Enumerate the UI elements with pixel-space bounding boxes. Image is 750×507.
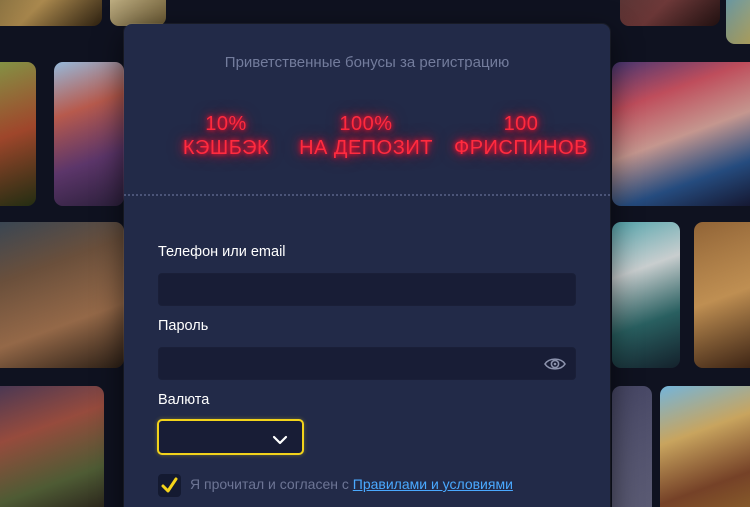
game-tile (54, 62, 124, 206)
game-tile (612, 222, 680, 368)
game-tile (694, 222, 750, 368)
bonus-cashback: 10% КЭШБЭК (166, 112, 286, 160)
bonus-label: ФРИСПИНОВ (454, 137, 588, 159)
game-tile (660, 386, 750, 507)
eye-icon[interactable] (543, 354, 567, 374)
login-label: Телефон или email (158, 244, 286, 260)
game-tile (0, 386, 104, 507)
bonus-label: КЭШБЭК (182, 137, 270, 159)
password-label: Пароль (158, 318, 209, 334)
terms-link[interactable]: Правилами и условиями (353, 476, 513, 492)
game-tile (612, 62, 750, 206)
registration-modal: Приветственные бонусы за регистрацию 10%… (124, 24, 610, 507)
game-tile (612, 386, 652, 507)
checkmark-icon (161, 477, 178, 493)
game-tile (620, 0, 720, 26)
game-tile (0, 62, 36, 206)
bonus-freespins: 100 ФРИСПИНОВ (446, 112, 596, 160)
chevron-down-icon (272, 431, 288, 445)
bonus-value: 100% (339, 113, 393, 135)
game-tile (0, 222, 124, 368)
terms-agreement: Я прочитал и согласен с Правилами и усло… (190, 476, 513, 492)
terms-text: Я прочитал и согласен с (190, 476, 353, 492)
terms-checkbox[interactable] (158, 474, 181, 497)
game-tile (110, 0, 166, 26)
currency-label: Валюта (158, 392, 210, 408)
password-input[interactable] (158, 347, 576, 380)
game-tile (726, 0, 750, 44)
currency-select[interactable] (157, 419, 304, 455)
section-divider (124, 194, 610, 196)
bonus-value: 100 (503, 113, 539, 135)
login-input[interactable] (158, 273, 576, 306)
bonus-value: 10% (205, 113, 247, 135)
bonus-label: НА ДЕПОЗИТ (299, 137, 433, 159)
modal-title: Приветственные бонусы за регистрацию (224, 54, 510, 71)
game-tile (0, 0, 102, 26)
bonus-deposit: 100% НА ДЕПОЗИТ (292, 112, 440, 160)
